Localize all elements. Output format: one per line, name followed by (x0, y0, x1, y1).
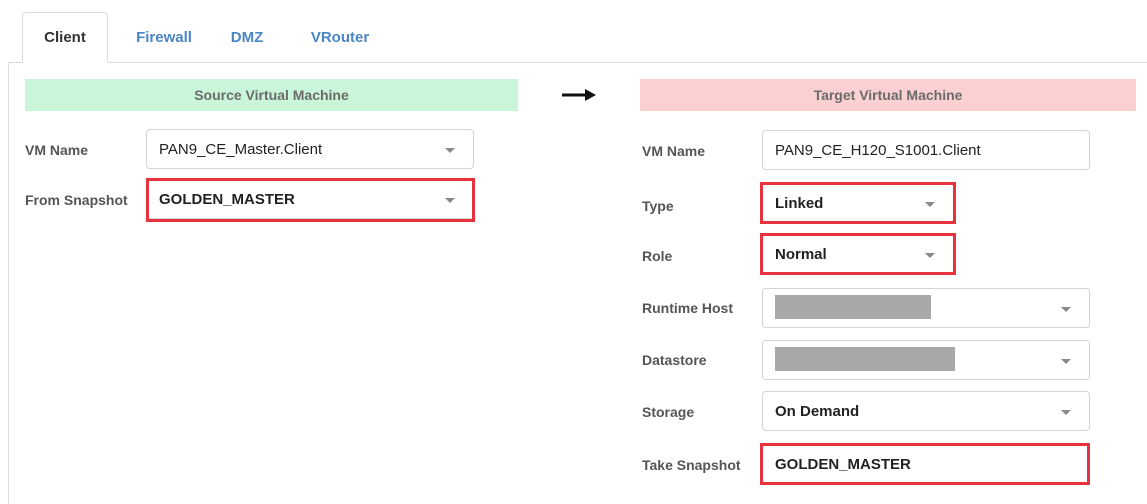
chevron-down-icon (1061, 307, 1071, 312)
source-vm-name-select[interactable]: PAN9_CE_Master.Client (146, 129, 474, 169)
target-storage-label: Storage (642, 404, 695, 420)
chevron-down-icon (1061, 359, 1071, 364)
target-datastore-label: Datastore (642, 352, 707, 368)
target-vm-name-label: VM Name (642, 143, 706, 159)
chevron-down-icon (445, 198, 455, 203)
target-vm-name-input[interactable]: PAN9_CE_H120_S1001.Client (762, 130, 1090, 170)
tab-vrouter[interactable]: VRouter (305, 12, 375, 63)
source-vm-name-label: VM Name (25, 142, 89, 158)
vm-clone-config-page: Client Firewall DMZ VRouter Source Virtu… (0, 0, 1147, 504)
tab-dmz[interactable]: DMZ (224, 12, 270, 63)
target-type-select[interactable]: Linked (762, 183, 954, 223)
chevron-down-icon (925, 202, 935, 207)
target-type-value: Linked (775, 194, 824, 212)
target-vm-header: Target Virtual Machine (640, 79, 1136, 111)
panel-border (8, 62, 9, 504)
target-vm-name-value: PAN9_CE_H120_S1001.Client (775, 141, 981, 159)
target-storage-select[interactable]: On Demand (762, 391, 1090, 431)
source-from-snapshot-value: GOLDEN_MASTER (159, 190, 295, 208)
target-role-value: Normal (775, 245, 827, 263)
chevron-down-icon (1061, 410, 1071, 415)
target-take-snapshot-input[interactable]: GOLDEN_MASTER (762, 444, 1090, 484)
source-from-snapshot-select[interactable]: GOLDEN_MASTER (146, 179, 474, 219)
tab-client[interactable]: Client (22, 12, 108, 63)
target-role-select[interactable]: Normal (762, 234, 954, 274)
source-from-snapshot-label: From Snapshot (25, 192, 128, 208)
tab-firewall[interactable]: Firewall (125, 12, 203, 63)
redacted-value (775, 347, 955, 371)
target-storage-value: On Demand (775, 402, 860, 420)
chevron-down-icon (925, 253, 935, 258)
target-runtime-host-select[interactable] (762, 288, 1090, 328)
chevron-down-icon (445, 148, 455, 153)
target-take-snapshot-value: GOLDEN_MASTER (775, 455, 911, 473)
target-datastore-select[interactable] (762, 340, 1090, 380)
tab-bar: Client Firewall DMZ VRouter (0, 0, 1147, 63)
target-take-snapshot-label: Take Snapshot (642, 457, 741, 473)
tab-bar-divider (8, 62, 1147, 63)
arrow-right-icon (562, 89, 596, 101)
target-type-label: Type (642, 198, 674, 214)
redacted-value (775, 295, 931, 319)
source-vm-name-value: PAN9_CE_Master.Client (159, 140, 323, 158)
source-vm-header: Source Virtual Machine (25, 79, 518, 111)
target-runtime-host-label: Runtime Host (642, 300, 733, 316)
target-role-label: Role (642, 248, 673, 264)
